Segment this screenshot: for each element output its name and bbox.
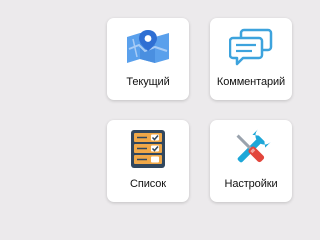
settings-label: Настройки bbox=[224, 178, 278, 190]
settings-tile[interactable]: Настройки bbox=[210, 120, 292, 202]
current-label: Текущий bbox=[126, 76, 170, 88]
comments-label: Комментарий bbox=[216, 76, 286, 88]
list-tile[interactable]: Список bbox=[107, 120, 189, 202]
map-pin-icon bbox=[107, 26, 189, 68]
comments-tile[interactable]: Комментарий bbox=[210, 18, 292, 100]
chat-bubbles-icon bbox=[210, 26, 292, 68]
checklist-icon bbox=[107, 128, 189, 170]
list-label: Список bbox=[130, 178, 166, 190]
current-tile[interactable]: Текущий bbox=[107, 18, 189, 100]
wrench-screwdriver-icon bbox=[210, 128, 292, 170]
